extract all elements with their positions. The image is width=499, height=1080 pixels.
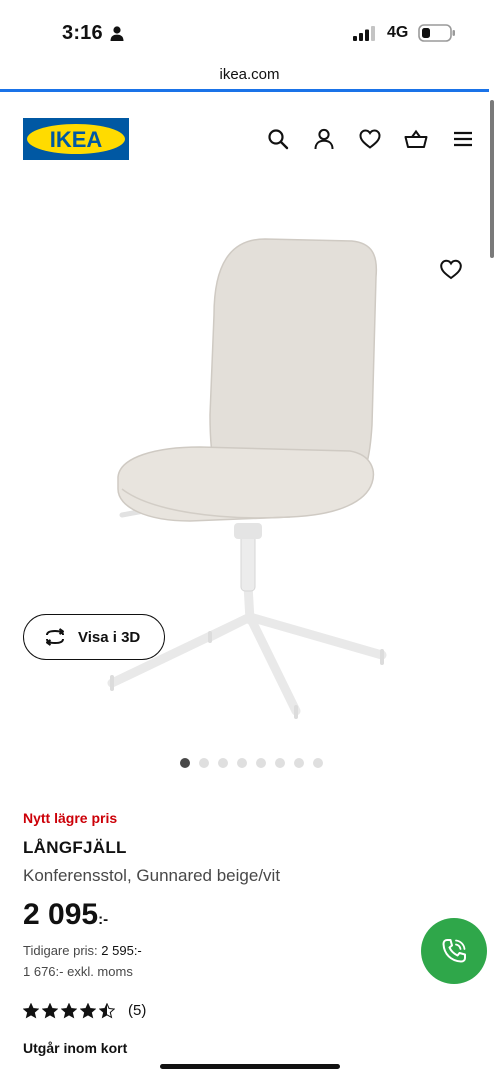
availability-status: Utgår inom kort bbox=[23, 1040, 128, 1056]
carousel-dot[interactable] bbox=[218, 758, 228, 768]
add-to-favorites-icon[interactable] bbox=[439, 258, 463, 280]
basket-icon[interactable] bbox=[404, 127, 428, 151]
ikea-logo[interactable]: IKEA bbox=[23, 118, 129, 160]
previous-price: Tidigare pris: 2 595:- bbox=[23, 943, 142, 958]
ikea-logo-text: IKEA bbox=[50, 127, 103, 152]
product-description: Konferensstol, Gunnared beige/vit bbox=[23, 866, 281, 885]
address-bar[interactable]: ikea.com bbox=[0, 64, 499, 92]
previous-price-value: 2 595:- bbox=[101, 943, 142, 958]
phone-icon bbox=[442, 939, 466, 963]
view-in-3d-button[interactable]: Visa i 3D bbox=[23, 614, 165, 660]
review-count[interactable]: (5) bbox=[128, 1002, 146, 1019]
heart-icon[interactable] bbox=[358, 127, 382, 151]
battery-icon bbox=[418, 24, 455, 42]
star-full-icon bbox=[42, 1002, 58, 1018]
price-suffix: :- bbox=[98, 911, 109, 928]
view-in-3d-label: Visa i 3D bbox=[78, 628, 141, 646]
page-load-progress bbox=[0, 89, 489, 92]
product-price: 2 095:- bbox=[23, 898, 108, 932]
product-name: LÅNGFJÄLL bbox=[23, 838, 127, 857]
status-time: 3:16 bbox=[62, 22, 103, 44]
price-excl-vat: 1 676:- exkl. moms bbox=[23, 964, 133, 979]
star-full-icon bbox=[80, 1002, 96, 1018]
carousel-dot[interactable] bbox=[180, 758, 190, 768]
person-icon bbox=[110, 26, 124, 41]
image-carousel-dots bbox=[180, 758, 323, 768]
search-icon[interactable] bbox=[266, 127, 290, 151]
call-button[interactable] bbox=[421, 918, 487, 984]
menu-icon[interactable] bbox=[451, 127, 475, 151]
rotate-3d-icon bbox=[46, 628, 64, 646]
star-half-icon bbox=[99, 1002, 115, 1018]
carousel-dot[interactable] bbox=[275, 758, 285, 768]
carousel-dot[interactable] bbox=[237, 758, 247, 768]
scrollbar[interactable] bbox=[490, 100, 494, 258]
carousel-dot[interactable] bbox=[313, 758, 323, 768]
network-label: 4G bbox=[387, 24, 409, 41]
home-indicator[interactable] bbox=[160, 1064, 340, 1069]
user-icon[interactable] bbox=[312, 127, 336, 151]
carousel-dot[interactable] bbox=[256, 758, 266, 768]
star-full-icon bbox=[23, 1002, 39, 1018]
carousel-dot[interactable] bbox=[199, 758, 209, 768]
carousel-dot[interactable] bbox=[294, 758, 304, 768]
product-rating[interactable]: (5) bbox=[23, 1002, 146, 1019]
price-badge: Nytt lägre pris bbox=[23, 810, 118, 826]
previous-price-label: Tidigare pris: bbox=[23, 943, 102, 958]
star-full-icon bbox=[61, 1002, 77, 1018]
price-amount: 2 095 bbox=[23, 898, 99, 931]
status-bar: 3:16 4G bbox=[0, 0, 499, 64]
url-text: ikea.com bbox=[219, 66, 280, 83]
signal-icon bbox=[353, 26, 375, 41]
